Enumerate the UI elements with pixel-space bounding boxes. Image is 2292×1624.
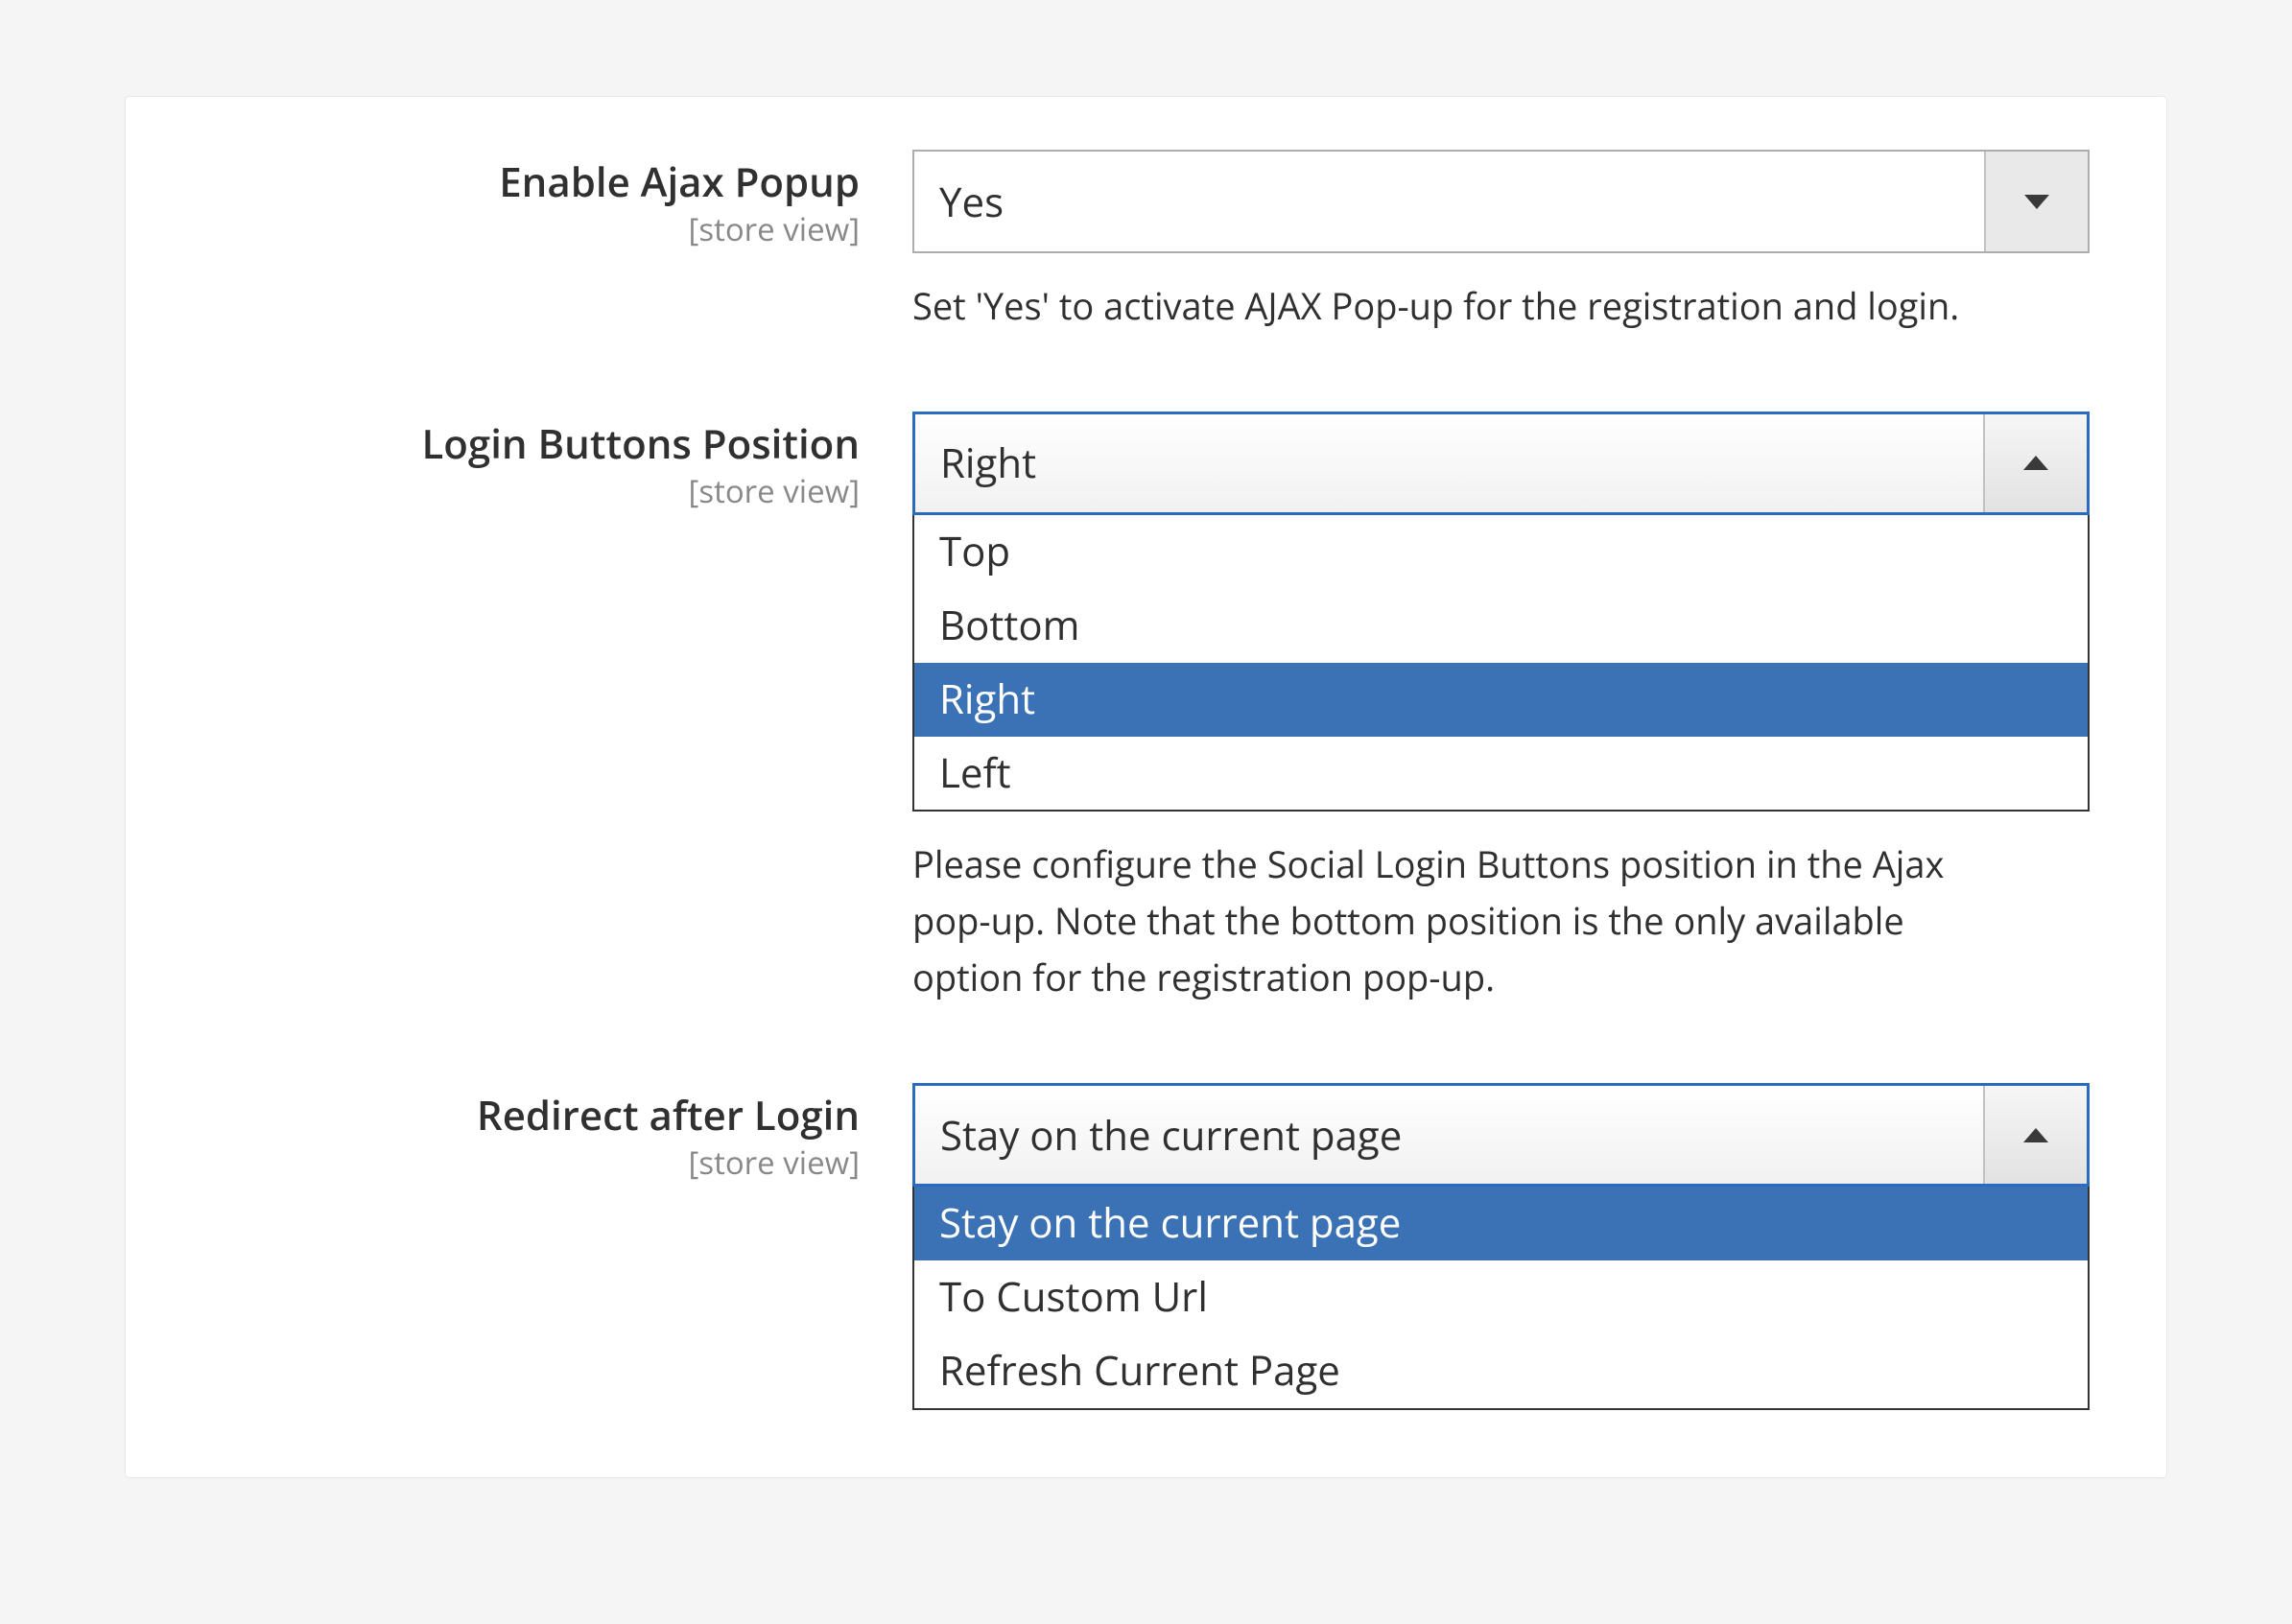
label-col: Enable Ajax Popup [store view] [202,150,912,250]
caret-down-icon [2024,195,2049,209]
option-refresh[interactable]: Refresh Current Page [914,1334,2088,1408]
option-left[interactable]: Left [914,737,2088,811]
field-col: Stay on the current page Stay on the cur… [912,1083,2090,1410]
dropdown-button[interactable] [1983,1086,2087,1184]
options-redirect: Stay on the current page To Custom Url R… [912,1187,2090,1410]
field-help-ajax: Set 'Yes' to activate AJAX Pop-up for th… [912,278,1968,335]
option-top[interactable]: Top [914,515,2088,589]
field-row-redirect: Redirect after Login [store view] Stay o… [202,1083,2090,1410]
field-label-redirect: Redirect after Login [202,1093,860,1139]
select-ajax[interactable]: Yes [912,150,2090,253]
select-value: Yes [914,152,1984,251]
option-right[interactable]: Right [914,663,2088,737]
dropdown-button[interactable] [1984,152,2088,251]
field-scope: [store view] [202,207,860,250]
options-position: Top Bottom Right Left [912,515,2090,812]
field-scope: [store view] [202,1141,860,1184]
select-value: Right [915,414,1983,512]
option-custom-url[interactable]: To Custom Url [914,1260,2088,1334]
label-col: Redirect after Login [store view] [202,1083,912,1184]
field-col: Yes Set 'Yes' to activate AJAX Pop-up fo… [912,150,2090,335]
caret-up-icon [2023,456,2048,470]
field-scope: [store view] [202,469,860,512]
settings-card: Enable Ajax Popup [store view] Yes Set '… [125,96,2167,1478]
select-redirect[interactable]: Stay on the current page [912,1083,2090,1187]
dropdown-button[interactable] [1983,414,2087,512]
select-position[interactable]: Right [912,412,2090,515]
field-help-position: Please configure the Social Login Button… [912,836,1968,1006]
label-col: Login Buttons Position [store view] [202,412,912,512]
option-bottom[interactable]: Bottom [914,589,2088,663]
option-stay[interactable]: Stay on the current page [914,1187,2088,1260]
select-value: Stay on the current page [915,1086,1983,1184]
caret-up-icon [2023,1128,2048,1142]
field-row-position: Login Buttons Position [store view] Righ… [202,412,2090,1006]
field-label-ajax: Enable Ajax Popup [202,159,860,205]
field-row-ajax: Enable Ajax Popup [store view] Yes Set '… [202,150,2090,335]
field-label-position: Login Buttons Position [202,421,860,467]
field-col: Right Top Bottom Right Left Please confi… [912,412,2090,1006]
